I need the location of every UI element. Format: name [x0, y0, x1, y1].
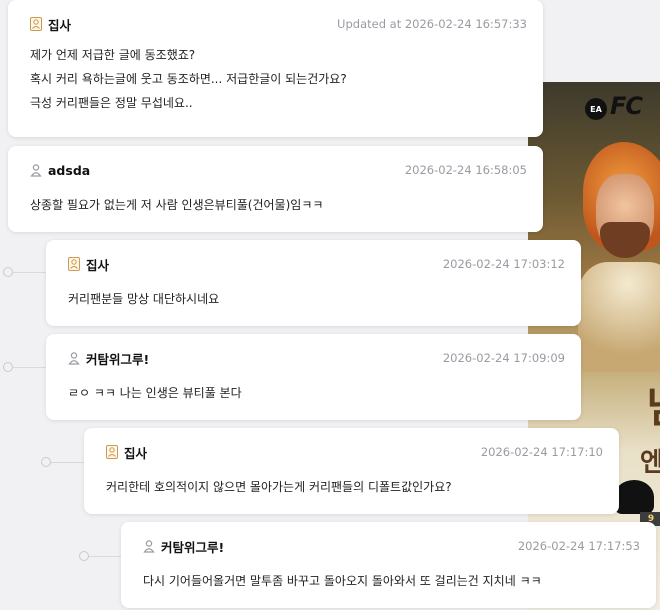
- comment-timestamp: 2026-02-24 17:09:09: [442, 351, 565, 365]
- comment-card: 커탐위그루! 2026-02-24 17:17:53 다시 기어들어올거면 말투…: [121, 522, 656, 608]
- thread-connector: [8, 272, 48, 273]
- comment-text-line: 혹시 커리 욕하는글에 웃고 동조하면... 저급한글이 되는건가요?: [30, 72, 347, 86]
- comment-card: 집사 2026-02-24 17:17:10 커리한테 호의적이지 않으면 몰아…: [84, 428, 619, 514]
- comment-card: 집사 2026-02-24 17:03:12 커리팬분들 망상 대단하시네요: [46, 240, 581, 326]
- comment-text-line: 커리한테 호의적이지 않으면 몰아가는게 커리팬들의 디폴트값인가요?: [106, 480, 452, 494]
- comment-body: 커리팬분들 망상 대단하시네요: [68, 287, 565, 311]
- banner-title-glyph: 엔: [640, 448, 660, 478]
- comment-timestamp: 2026-02-24 17:17:53: [517, 539, 640, 553]
- comment-text-line: ㄹㅇ ㅋㅋ 나는 인생은 뷰티풀 본다: [68, 386, 242, 400]
- user-badge-icon: [68, 257, 80, 271]
- user-icon: [143, 540, 155, 553]
- comment-header: adsda 2026-02-24 16:58:05: [30, 161, 527, 179]
- comment-author[interactable]: 집사: [48, 15, 71, 34]
- comment-text-line: 극성 커리팬들은 정말 무섭네요..: [30, 96, 193, 110]
- character-collar: [578, 262, 660, 372]
- comment-body: ㄹㅇ ㅋㅋ 나는 인생은 뷰티풀 본다: [68, 381, 565, 405]
- comment-header: 집사 Updated at 2026-02-24 16:57:33: [30, 15, 527, 33]
- comment-text-line: 커리팬분들 망상 대단하시네요: [68, 292, 220, 306]
- comment-author[interactable]: 커탐위그루!: [86, 349, 149, 368]
- comment-header: 커탐위그루! 2026-02-24 17:17:53: [143, 537, 640, 555]
- fc-logo-text: FC: [610, 92, 643, 120]
- comment-text-line: 다시 기어들어올거면 말투좀 바꾸고 돌아오지 돌아와서 또 걸리는건 지치네 …: [143, 574, 542, 588]
- comment-card: 집사 Updated at 2026-02-24 16:57:33 제가 언제 …: [8, 0, 543, 137]
- user-icon: [68, 352, 80, 365]
- comment-header: 집사 2026-02-24 17:03:12: [68, 255, 565, 273]
- user-badge-icon: [30, 17, 42, 31]
- comment-card: adsda 2026-02-24 16:58:05 상종할 필요가 없는게 저 …: [8, 146, 543, 232]
- comment-header: 집사 2026-02-24 17:17:10: [106, 443, 603, 461]
- comment-body: 제가 언제 저급한 글에 동조했죠? 혹시 커리 욕하는글에 웃고 동조하면..…: [30, 43, 527, 115]
- thread-node: [3, 362, 13, 372]
- comment-author[interactable]: 집사: [86, 255, 109, 274]
- comment-author[interactable]: 집사: [124, 443, 147, 462]
- character-beard: [600, 222, 650, 258]
- comment-timestamp: 2026-02-24 17:17:10: [480, 445, 603, 459]
- comment-author[interactable]: 커탐위그루!: [161, 537, 224, 556]
- thread-connector: [46, 462, 86, 463]
- comment-header: 커탐위그루! 2026-02-24 17:09:09: [68, 349, 565, 367]
- user-icon: [30, 164, 42, 177]
- comment-timestamp: 2026-02-24 16:58:05: [404, 163, 527, 177]
- thread-connector: [84, 556, 124, 557]
- thread-node: [79, 551, 89, 561]
- comment-timestamp: 2026-02-24 17:03:12: [442, 257, 565, 271]
- ea-logo: EA: [585, 98, 607, 120]
- comment-body: 상종할 필요가 없는게 저 사람 인생은뷰티풀(건어물)임ㅋㅋ: [30, 193, 527, 217]
- comment-text-line: 상종할 필요가 없는게 저 사람 인생은뷰티풀(건어물)임ㅋㅋ: [30, 198, 324, 212]
- thread-node: [41, 457, 51, 467]
- banner-title-glyph: 님: [646, 374, 660, 435]
- comment-body: 커리한테 호의적이지 않으면 몰아가는게 커리팬들의 디폴트값인가요?: [106, 475, 603, 499]
- comment-card: 커탐위그루! 2026-02-24 17:09:09 ㄹㅇ ㅋㅋ 나는 인생은 …: [46, 334, 581, 420]
- comment-timestamp: Updated at 2026-02-24 16:57:33: [337, 17, 527, 31]
- thread-connector: [8, 367, 48, 368]
- comment-body: 다시 기어들어올거면 말투좀 바꾸고 돌아오지 돌아와서 또 걸리는건 지치네 …: [143, 569, 640, 593]
- comment-text-line: 제가 언제 저급한 글에 동조했죠?: [30, 48, 196, 62]
- thread-node: [3, 267, 13, 277]
- comment-author[interactable]: adsda: [48, 163, 90, 178]
- user-badge-icon: [106, 445, 118, 459]
- player-silhouette: [614, 480, 654, 514]
